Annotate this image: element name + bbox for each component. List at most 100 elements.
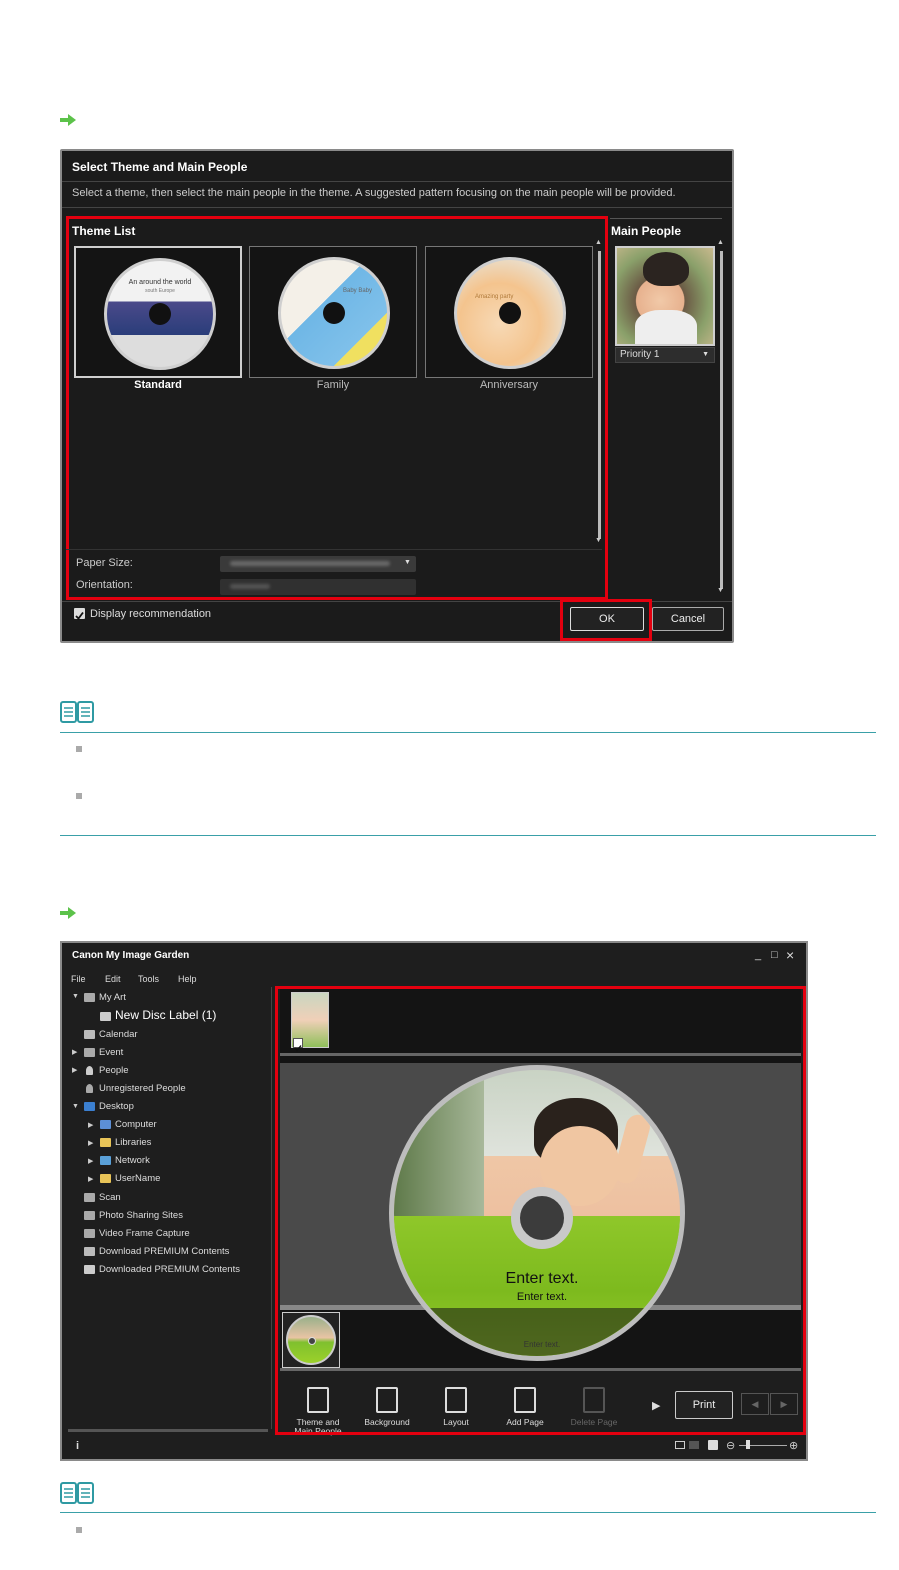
tree-video-frame-capture[interactable]: Video Frame Capture bbox=[99, 1228, 190, 1239]
maximize-icon[interactable]: □ bbox=[771, 949, 778, 961]
edit-area-highlight-frame bbox=[275, 986, 806, 1435]
step-arrow-icon bbox=[60, 907, 76, 919]
tree-username[interactable]: UserName bbox=[115, 1173, 160, 1184]
scroll-up-icon[interactable]: ▲ bbox=[717, 239, 724, 246]
display-recommendation-checkbox[interactable] bbox=[74, 608, 85, 620]
note-book-icon bbox=[60, 1482, 94, 1504]
zoom-slider-thumb[interactable] bbox=[746, 1440, 750, 1449]
theme-family-disc: Baby Baby bbox=[278, 257, 390, 369]
tree-computer[interactable]: Computer bbox=[115, 1119, 157, 1130]
close-icon[interactable]: × bbox=[786, 947, 794, 963]
person-icon bbox=[86, 1066, 93, 1075]
shirt bbox=[635, 310, 697, 344]
network-icon bbox=[100, 1156, 111, 1165]
theme-standard-label: Standard bbox=[134, 379, 182, 391]
theme-standard[interactable]: An around the world south Europe bbox=[74, 246, 242, 378]
priority-select[interactable]: Priority 1 ▼ bbox=[615, 347, 715, 363]
tree-libraries[interactable]: Libraries bbox=[115, 1137, 151, 1148]
theme-list-heading: Theme List bbox=[72, 224, 136, 238]
bullet-icon bbox=[76, 1527, 82, 1533]
view-mode-icon[interactable] bbox=[675, 1441, 685, 1449]
scroll-down-icon[interactable]: ▼ bbox=[595, 537, 602, 544]
sidebar: ▼ My Art New Disc Label (1) Calendar ▶ E… bbox=[62, 987, 272, 1429]
theme-family[interactable]: Baby Baby bbox=[249, 246, 417, 378]
tree-downloaded-premium[interactable]: Downloaded PREMIUM Contents bbox=[99, 1264, 240, 1275]
view-mode-alt-icon[interactable] bbox=[689, 1441, 699, 1449]
checkmark-icon bbox=[75, 611, 84, 620]
sidebar-scrollbar[interactable] bbox=[68, 1429, 268, 1432]
menu-tools[interactable]: Tools bbox=[138, 974, 159, 984]
bullet-icon bbox=[76, 793, 82, 799]
main-person-photo[interactable] bbox=[615, 246, 715, 346]
disc-label-icon bbox=[100, 1012, 111, 1021]
scroll-up-icon[interactable]: ▲ bbox=[595, 239, 602, 246]
tree-network[interactable]: Network bbox=[115, 1155, 150, 1166]
zoom-in-icon[interactable]: ⊕ bbox=[789, 1439, 798, 1452]
orientation-select[interactable] bbox=[220, 579, 416, 595]
tree-my-art[interactable]: My Art bbox=[99, 992, 126, 1003]
tree-calendar[interactable]: Calendar bbox=[99, 1029, 138, 1040]
orientation-label: Orientation: bbox=[76, 579, 133, 591]
divider bbox=[66, 549, 602, 550]
expand-right-icon[interactable]: ▶ bbox=[72, 1048, 77, 1056]
expand-right-icon[interactable]: ▶ bbox=[72, 1066, 77, 1074]
disc-text: Amazing party bbox=[475, 294, 514, 300]
display-recommendation-label: Display recommendation bbox=[90, 608, 212, 620]
theme-anniversary-disc: Amazing party bbox=[454, 257, 566, 369]
disc-subtext: south Europe bbox=[145, 288, 175, 294]
my-art-icon bbox=[84, 993, 95, 1002]
menu-help[interactable]: Help bbox=[178, 974, 197, 984]
tree-event[interactable]: Event bbox=[99, 1047, 123, 1058]
disc-hole bbox=[323, 302, 345, 324]
theme-list-scrollbar[interactable] bbox=[598, 251, 601, 539]
expand-right-icon[interactable]: ▶ bbox=[88, 1139, 93, 1147]
event-icon bbox=[84, 1048, 95, 1057]
tree-unregistered-people[interactable]: Unregistered People bbox=[99, 1083, 186, 1094]
scan-icon bbox=[84, 1193, 95, 1202]
select-theme-dialog: Select Theme and Main People Select a th… bbox=[60, 149, 734, 643]
dialog-title: Select Theme and Main People bbox=[72, 160, 248, 174]
theme-standard-disc: An around the world south Europe bbox=[104, 258, 216, 370]
desktop-icon bbox=[84, 1102, 95, 1111]
expand-down-icon[interactable]: ▼ bbox=[72, 993, 79, 1000]
ok-button[interactable]: OK bbox=[570, 607, 644, 631]
hair bbox=[643, 252, 689, 286]
theme-anniversary[interactable]: Amazing party bbox=[425, 246, 593, 378]
video-capture-icon bbox=[84, 1229, 95, 1238]
my-image-garden-window: Canon My Image Garden _ □ × File Edit To… bbox=[60, 941, 808, 1461]
zoom-out-icon[interactable]: ⊖ bbox=[726, 1439, 735, 1452]
paper-size-label: Paper Size: bbox=[76, 557, 133, 569]
window-title: Canon My Image Garden bbox=[72, 950, 190, 961]
menu-edit[interactable]: Edit bbox=[105, 974, 121, 984]
tree-desktop[interactable]: Desktop bbox=[99, 1101, 134, 1112]
expand-right-icon[interactable]: ▶ bbox=[88, 1175, 93, 1183]
chevron-down-icon: ▼ bbox=[404, 559, 411, 566]
scroll-down-icon[interactable]: ▼ bbox=[717, 587, 724, 594]
photo-sharing-icon bbox=[84, 1211, 95, 1220]
divider bbox=[62, 181, 732, 182]
note-rule bbox=[60, 732, 876, 733]
note-book-icon bbox=[60, 701, 94, 723]
cancel-button[interactable]: Cancel bbox=[652, 607, 724, 631]
tree-people[interactable]: People bbox=[99, 1065, 129, 1076]
fit-view-icon[interactable] bbox=[708, 1440, 718, 1450]
computer-icon bbox=[100, 1120, 111, 1129]
note-rule bbox=[60, 835, 876, 836]
tree-photo-sharing-sites[interactable]: Photo Sharing Sites bbox=[99, 1210, 183, 1221]
expand-down-icon[interactable]: ▼ bbox=[72, 1103, 79, 1110]
main-people-heading: Main People bbox=[611, 224, 682, 238]
main-people-scrollbar[interactable] bbox=[720, 251, 723, 589]
expand-right-icon[interactable]: ▶ bbox=[88, 1157, 93, 1165]
disc-text: Baby Baby bbox=[343, 288, 373, 294]
libraries-icon bbox=[100, 1138, 111, 1147]
expand-right-icon[interactable]: ▶ bbox=[88, 1121, 93, 1129]
tree-download-premium[interactable]: Download PREMIUM Contents bbox=[99, 1246, 229, 1257]
info-icon[interactable]: i bbox=[76, 1440, 79, 1452]
paper-size-select[interactable] bbox=[220, 556, 416, 572]
tree-scan[interactable]: Scan bbox=[99, 1192, 121, 1203]
menu-file[interactable]: File bbox=[71, 974, 86, 984]
minimize-icon[interactable]: _ bbox=[755, 949, 761, 961]
step-arrow-icon bbox=[60, 114, 76, 126]
disc-hole bbox=[499, 302, 521, 324]
tree-new-disc-label[interactable]: New Disc Label (1) bbox=[115, 1008, 216, 1022]
